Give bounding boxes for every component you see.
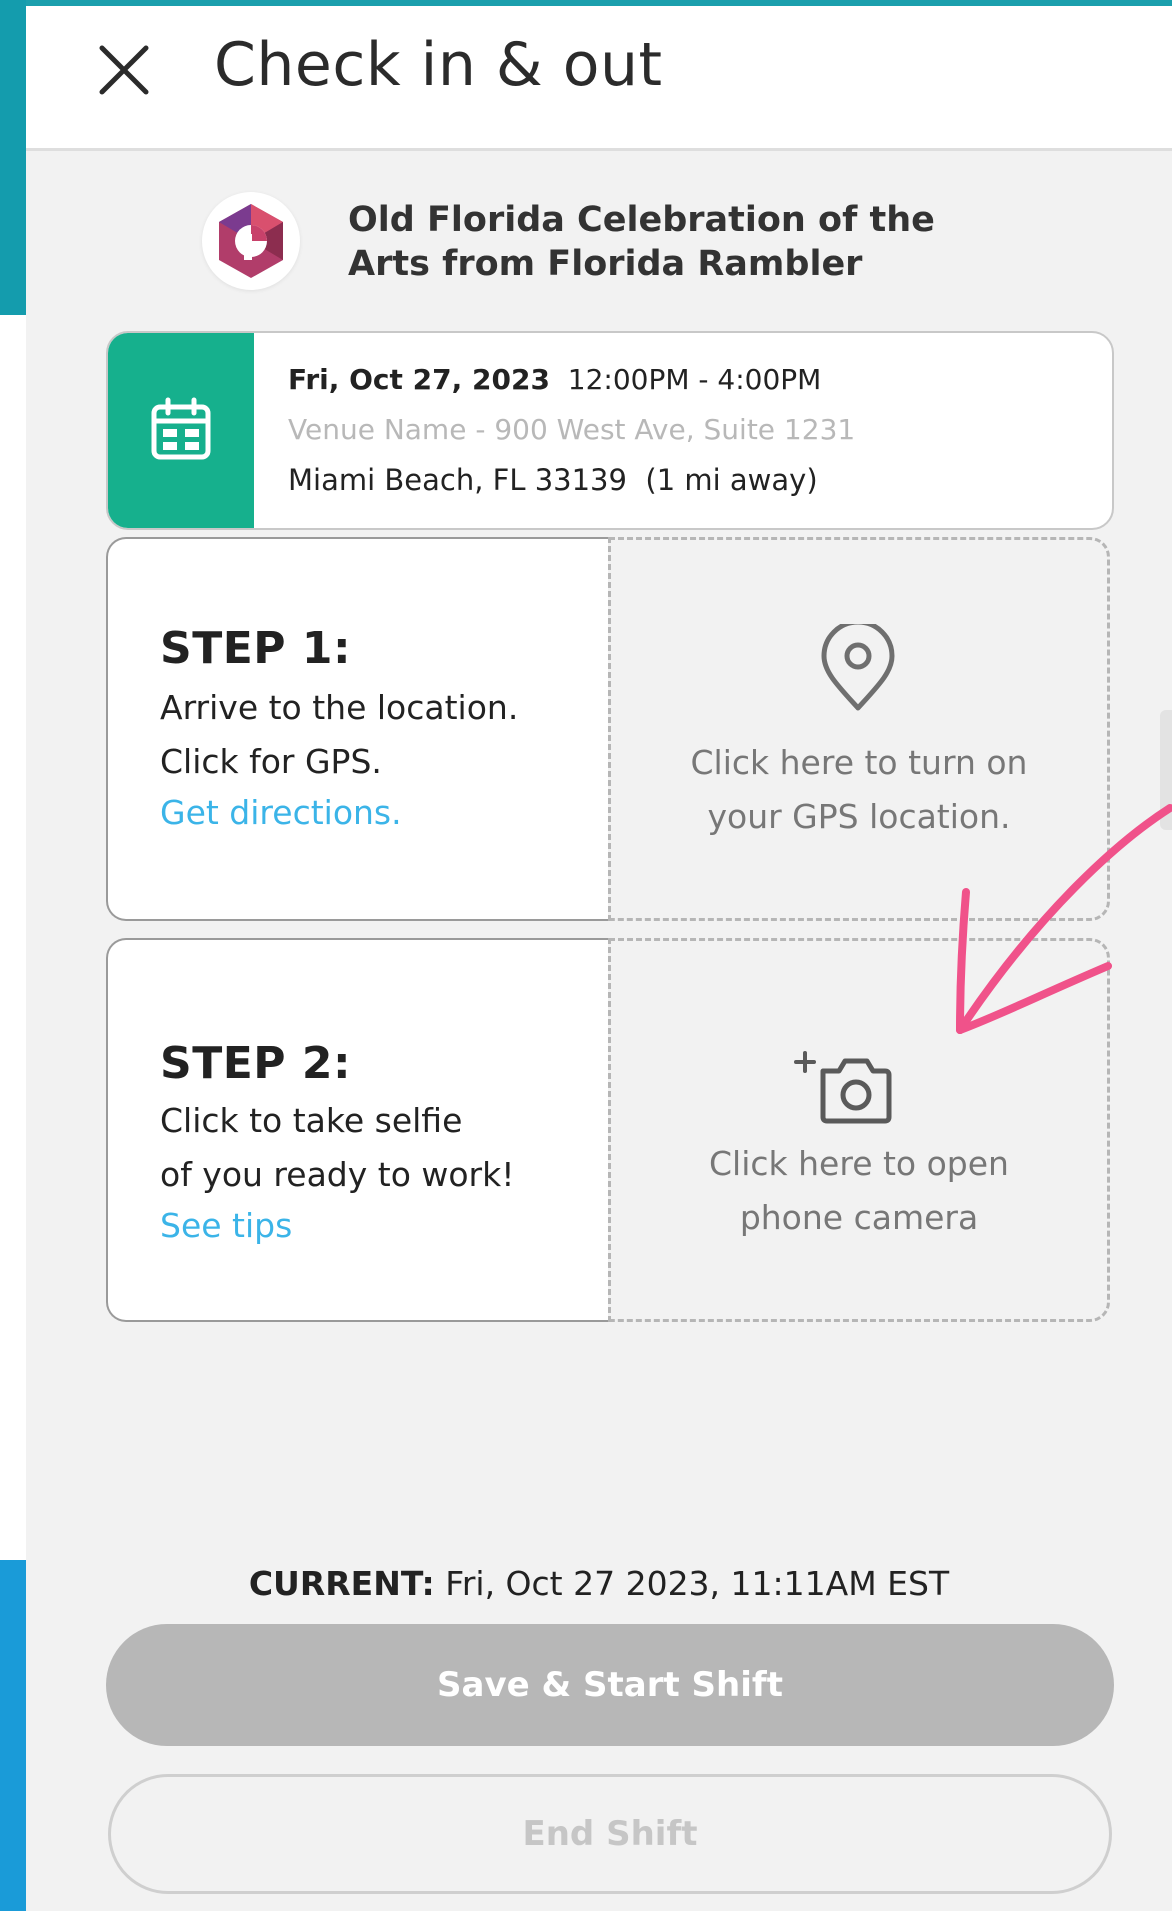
- event-title-line2: Arts from Florida Rambler: [348, 244, 863, 284]
- background-left-teal: [0, 0, 26, 315]
- shift-time: 12:00PM - 4:00PM: [567, 363, 822, 396]
- step-1-line1: Arrive to the location.: [160, 688, 519, 727]
- see-tips-link[interactable]: See tips: [160, 1206, 292, 1245]
- shift-date: Fri, Oct 27, 2023: [288, 363, 550, 396]
- step-2-card: STEP 2: Click to take selfie of you read…: [106, 938, 608, 1322]
- get-directions-link[interactable]: Get directions.: [160, 793, 402, 832]
- camera-action-text: Click here to open phone camera: [611, 1137, 1107, 1245]
- current-value: Fri, Oct 27 2023, 11:11AM EST: [445, 1564, 950, 1603]
- step-2-line2: of you ready to work!: [160, 1155, 515, 1194]
- current-label: CURRENT:: [248, 1564, 435, 1603]
- step-1-card: STEP 1: Arrive to the location. Click fo…: [106, 537, 608, 921]
- venue-address: Venue Name - 900 West Ave, Suite 1231: [288, 413, 856, 446]
- venue-city: Miami Beach, FL 33139 (1 mi away): [288, 463, 818, 497]
- background-left-blue: [0, 1560, 26, 1911]
- distance-text: (1 mi away): [645, 463, 818, 497]
- step-2-text: Click to take selfie of you ready to wor…: [160, 1094, 600, 1202]
- close-icon[interactable]: [94, 40, 154, 100]
- step-1-line2: Click for GPS.: [160, 742, 382, 781]
- pointer-arrow-icon: [956, 804, 1172, 1034]
- calendar-icon: [151, 397, 211, 460]
- map-pin-icon: [821, 624, 895, 711]
- step-1-text: Arrive to the location. Click for GPS.: [160, 681, 600, 789]
- page-title: Check in & out: [214, 30, 663, 100]
- shift-details-card: Fri, Oct 27, 2023 12:00PM - 4:00PM Venue…: [106, 331, 1114, 530]
- shift-date-time: Fri, Oct 27, 2023 12:00PM - 4:00PM: [288, 363, 821, 396]
- step-2-title: STEP 2:: [160, 1038, 352, 1089]
- step-1-title: STEP 1:: [160, 623, 352, 674]
- add-camera-icon: [794, 1051, 892, 1124]
- camera-action-line1: Click here to open: [709, 1144, 1009, 1183]
- event-logo: [202, 192, 300, 290]
- camera-action-line2: phone camera: [739, 1198, 979, 1237]
- current-time: CURRENT: Fri, Oct 27 2023, 11:11AM EST: [26, 1564, 1172, 1603]
- save-start-shift-button[interactable]: Save & Start Shift: [106, 1624, 1114, 1746]
- header: Check in & out: [26, 6, 1172, 151]
- step-2-line1: Click to take selfie: [160, 1101, 463, 1140]
- city-text: Miami Beach, FL 33139: [288, 463, 627, 497]
- date-card-accent: [108, 333, 254, 528]
- end-shift-button[interactable]: End Shift: [108, 1774, 1112, 1894]
- event-title: Old Florida Celebration of the Arts from…: [348, 198, 988, 286]
- event-title-line1: Old Florida Celebration of the: [348, 200, 935, 240]
